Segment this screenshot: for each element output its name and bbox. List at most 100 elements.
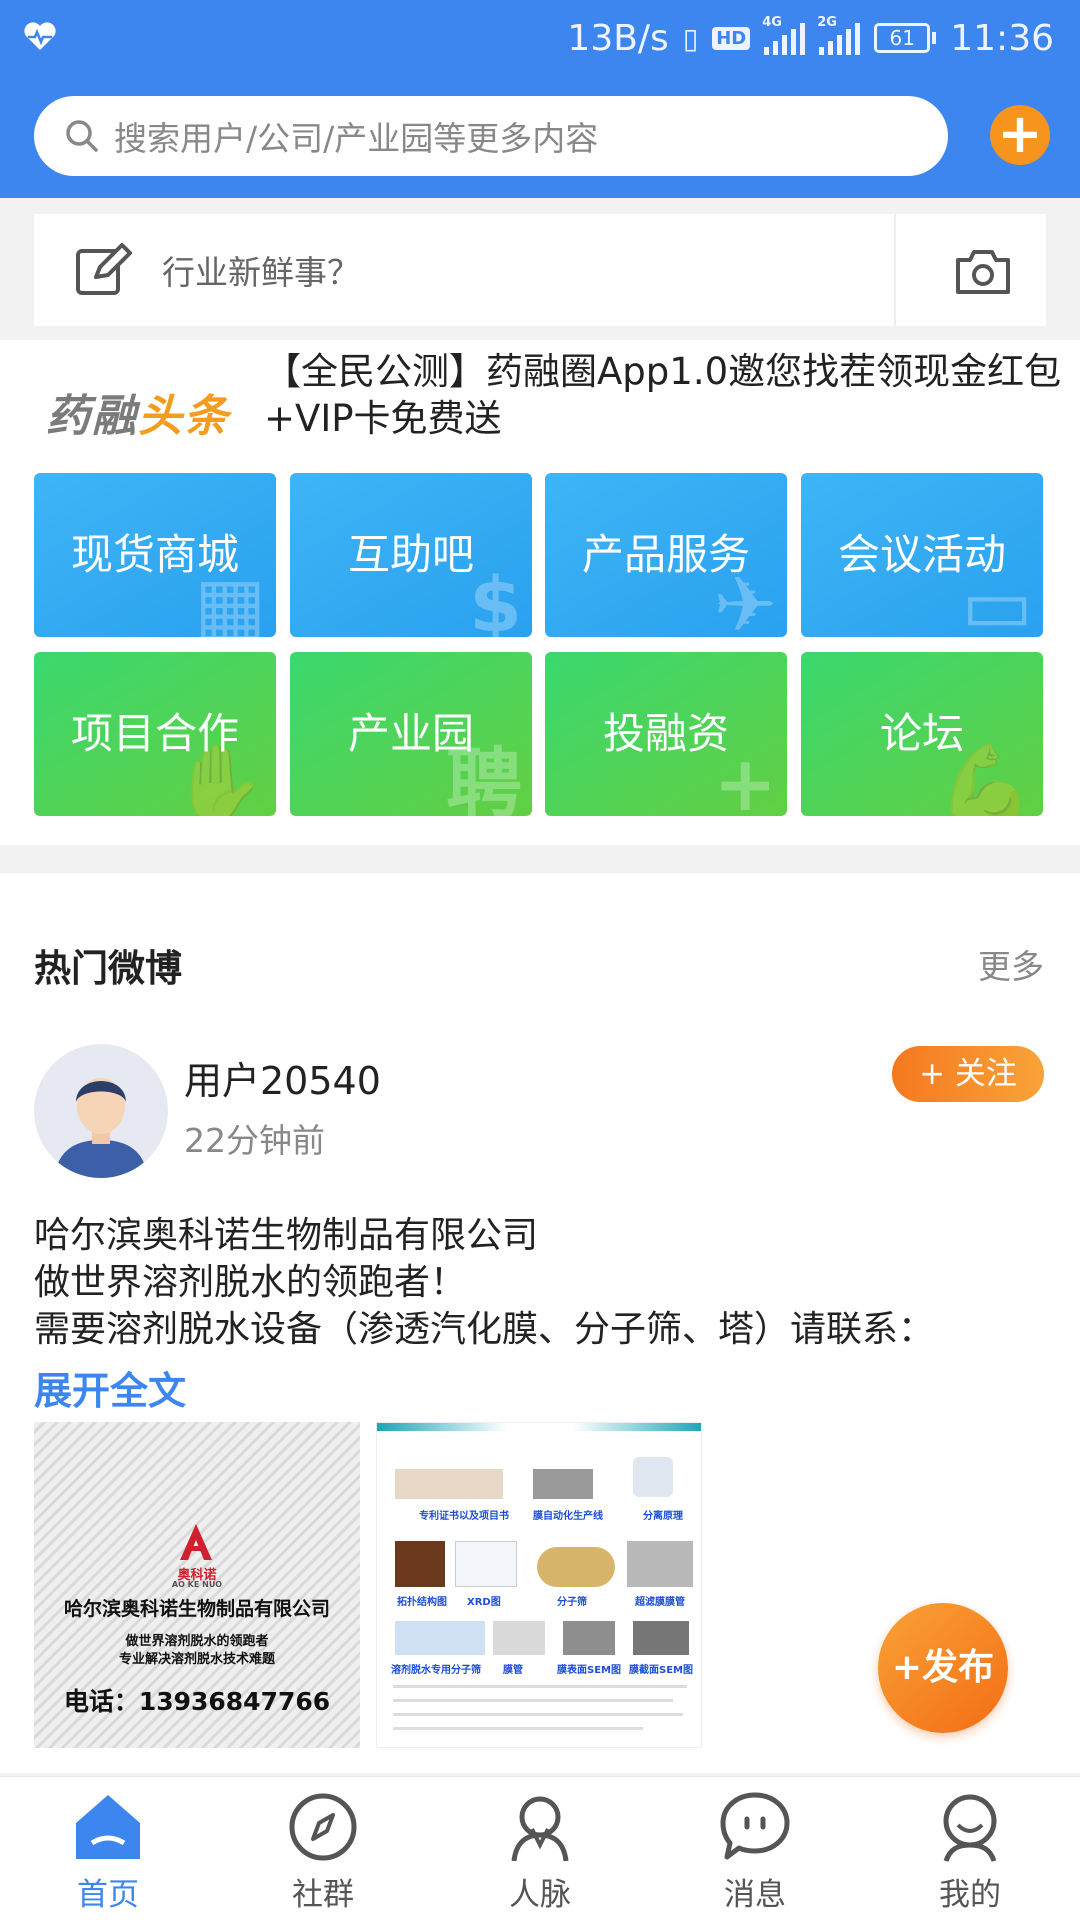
- tab-label: 首页: [77, 1877, 139, 1913]
- caption: 膜自动化生产线: [533, 1511, 603, 1522]
- search-icon: [66, 120, 98, 152]
- xrd-thumb: [455, 1541, 517, 1587]
- search-placeholder: 搜索用户/公司/产业园等更多内容: [114, 119, 599, 158]
- company-logo-icon: [180, 1524, 212, 1560]
- battery-level: 61: [874, 23, 931, 53]
- company-name: 哈尔滨奥科诺生物制品有限公司: [63, 1598, 330, 1620]
- tab-profile[interactable]: 我的: [910, 1789, 1030, 1914]
- status-bar: 13B/s ▯ HD 4G 2G 61 11:36: [0, 0, 1080, 76]
- post-line: 做世界溶剂脱水的领跑者！: [34, 1262, 467, 1303]
- caption: 膜截面SEM图: [629, 1665, 693, 1676]
- follow-button[interactable]: + 关注: [892, 1046, 1044, 1102]
- text-line: [393, 1699, 673, 1702]
- expand-full-text-link[interactable]: 展开全文: [34, 1360, 186, 1415]
- headline-logo-part2: 头条: [138, 391, 230, 442]
- post-username[interactable]: 用户20540: [184, 1050, 381, 1105]
- surface-sem-thumb: [563, 1621, 615, 1655]
- edit-icon: [76, 243, 132, 295]
- tile-mutual-help[interactable]: $ 互助吧: [290, 473, 532, 637]
- headline-logo: 药融头条: [46, 380, 230, 444]
- profile-icon: [943, 1794, 997, 1862]
- text-line: [393, 1685, 687, 1688]
- home-icon: [76, 1795, 140, 1859]
- compose-prompt: 行业新鲜事？: [162, 253, 360, 292]
- signal-4g-label: 4G: [762, 15, 782, 30]
- sheet-band: [377, 1423, 701, 1431]
- topology-thumb: [395, 1541, 445, 1587]
- tile-forum[interactable]: 💪 论坛: [801, 652, 1043, 816]
- tile-label: 论坛: [879, 709, 964, 758]
- post-image-product-sheet[interactable]: 专利证书以及项目书 膜自动化生产线 分离原理 拓扑结构图 XRD图 分子筛 超滤…: [376, 1422, 702, 1748]
- caption: 超滤膜膜管: [635, 1597, 685, 1608]
- compose-divider: [894, 214, 896, 326]
- tile-product-services[interactable]: ✈ 产品服务: [545, 473, 787, 637]
- hd-badge: HD: [712, 26, 751, 50]
- section-title: 热门微博: [34, 947, 182, 990]
- tab-contacts[interactable]: 人脉: [480, 1789, 600, 1914]
- compose-card[interactable]: 行业新鲜事？: [34, 214, 1046, 326]
- tile-label: 项目合作: [70, 709, 239, 758]
- section-sem-thumb: [633, 1621, 689, 1655]
- company-phone: 电话：13936847766: [63, 1687, 331, 1716]
- tile-label: 产业园: [347, 709, 474, 758]
- add-button[interactable]: +: [990, 105, 1050, 165]
- search-input[interactable]: 搜索用户/公司/产业园等更多内容: [34, 96, 948, 176]
- tab-community[interactable]: 社群: [263, 1789, 383, 1914]
- separation-principle-thumb: [633, 1457, 673, 1497]
- tile-label: 投融资: [602, 709, 729, 758]
- caption: 膜管: [503, 1665, 523, 1676]
- post-image-business-card[interactable]: 奥科诺 AO KE NUO 哈尔滨奥科诺生物制品有限公司 做世界溶剂脱水的领跑者…: [34, 1422, 360, 1748]
- tile-label: 互助吧: [347, 530, 474, 579]
- caption: XRD图: [467, 1597, 501, 1608]
- health-heart-icon: [24, 22, 56, 50]
- caption: 溶剂脱水专用分子筛: [391, 1665, 481, 1676]
- tab-label: 我的: [939, 1877, 1001, 1913]
- production-line-thumb: [533, 1469, 593, 1499]
- text-line: [393, 1713, 683, 1716]
- tab-label: 人脉: [509, 1877, 571, 1913]
- tab-label: 消息: [724, 1877, 786, 1913]
- post-line: 需要溶剂脱水设备（渗透汽化膜、分子筛、塔）请联系：: [34, 1309, 935, 1350]
- headline-news[interactable]: 【全民公测】药融圈App1.0邀您找茬领现金红包+VIP卡免费送: [264, 348, 1072, 442]
- tile-industrial-park[interactable]: 聘产业园: [290, 652, 532, 816]
- battery-icon: 61: [874, 23, 937, 53]
- post-line: 哈尔滨奥科诺生物制品有限公司: [34, 1215, 539, 1256]
- tile-meetings[interactable]: ▭ 会议活动: [801, 473, 1043, 637]
- tile-label: 产品服务: [581, 530, 750, 579]
- tile-label: 会议活动: [837, 530, 1006, 579]
- user-avatar-icon: [54, 1078, 148, 1178]
- caption: 拓扑结构图: [397, 1597, 447, 1608]
- text-line: [393, 1727, 643, 1730]
- uf-tube-thumb: [627, 1541, 693, 1587]
- network-speed: 13B/s: [567, 17, 669, 59]
- molecular-sieve-thumb: [537, 1547, 615, 1587]
- company-brand-en: AO KE NUO: [171, 1580, 223, 1589]
- avatar[interactable]: [34, 1044, 168, 1178]
- contacts-icon: [511, 1796, 569, 1862]
- tab-label: 社群: [292, 1877, 354, 1913]
- sieve-product-thumb: [395, 1621, 485, 1655]
- membrane-tube-thumb: [493, 1621, 545, 1655]
- signal-4g-icon: 4G: [762, 15, 806, 55]
- tile-spot-mall[interactable]: ▦ 现货商城: [34, 473, 276, 637]
- caption: 膜表面SEM图: [557, 1665, 621, 1676]
- tab-messages[interactable]: 消息: [695, 1789, 815, 1914]
- bottom-tab-bar: 首页 社群 人脉 消息 我的: [0, 1776, 1080, 1920]
- tile-project-cooperation[interactable]: ✋ 项目合作: [34, 652, 276, 816]
- clock: 11:36: [950, 17, 1054, 59]
- caption: 分子筛: [557, 1597, 587, 1608]
- signal-2g-label: 2G: [817, 15, 837, 30]
- headline-logo-part1: 药融: [46, 391, 138, 442]
- post-time: 22分钟前: [184, 1121, 325, 1160]
- tab-home[interactable]: 首页: [48, 1789, 168, 1914]
- camera-icon[interactable]: [954, 246, 1012, 296]
- post-body: 哈尔滨奥科诺生物制品有限公司 做世界溶剂脱水的领跑者！ 需要溶剂脱水设备（渗透汽…: [34, 1212, 1054, 1353]
- company-tagline: 专业解决溶剂脱水技术难题: [118, 1652, 275, 1667]
- publish-button[interactable]: +发布: [878, 1603, 1008, 1733]
- tile-investment[interactable]: + 投融资: [545, 652, 787, 816]
- more-link[interactable]: 更多: [978, 940, 1044, 988]
- caption: 分离原理: [643, 1511, 683, 1522]
- vibrate-icon: ▯: [682, 21, 699, 55]
- chat-bubble-icon: [720, 1792, 790, 1860]
- signal-2g-icon: 2G: [817, 15, 861, 55]
